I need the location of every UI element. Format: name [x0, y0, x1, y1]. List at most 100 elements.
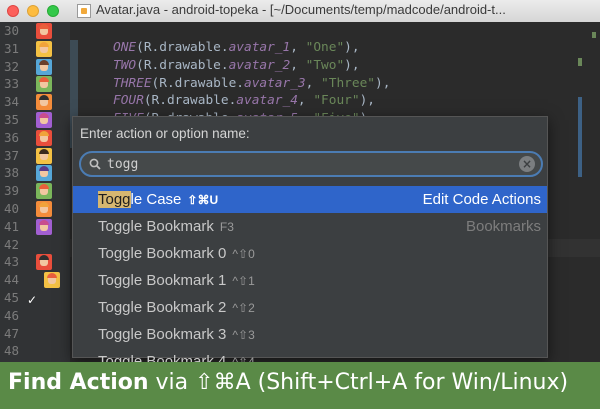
field-reference: avatar_2	[228, 57, 291, 73]
line-number: 48	[4, 343, 20, 359]
window-title: Avatar.java - android-topeka - [~/Docume…	[96, 2, 506, 17]
maximize-window-button[interactable]	[47, 5, 59, 17]
line-number: 47	[4, 325, 20, 341]
stripe-mark[interactable]	[592, 32, 596, 38]
find-action-banner: Find Action via ⇧⌘A (Shift+Ctrl+A for Wi…	[0, 362, 600, 409]
code-text: ),	[374, 75, 391, 91]
action-result-row[interactable]: Toggle Bookmark 2 ^⇧2	[73, 294, 547, 321]
line-number: 32	[4, 58, 20, 74]
action-label: Toggle Bookmark 0	[98, 245, 227, 262]
clear-search-icon[interactable]: ×	[519, 156, 535, 172]
code-text: ,	[297, 93, 314, 109]
line-number: 37	[4, 147, 20, 163]
search-icon	[89, 158, 101, 170]
enum-constant: FOUR	[113, 93, 144, 109]
avatar-icon	[36, 112, 52, 128]
enum-constant: ONE	[113, 40, 137, 55]
banner-title: Find Action	[8, 370, 149, 395]
field-reference: avatar_1	[228, 40, 291, 55]
enum-constant: THREE	[113, 75, 152, 91]
close-window-button[interactable]	[7, 5, 19, 17]
minimize-window-button[interactable]	[27, 5, 39, 17]
line-number: 44	[4, 272, 20, 288]
shortcut-label: ^⇧1	[232, 274, 255, 288]
line-number: 35	[4, 112, 20, 127]
code-text: ),	[344, 40, 360, 55]
action-label: Toggle Bookmark	[98, 218, 214, 235]
avatar-icon	[36, 218, 52, 235]
code-line[interactable]: ONE(R.drawable.avatar_1, "One"),	[113, 40, 360, 55]
action-group: Bookmarks	[465, 218, 541, 235]
action-result-row[interactable]: Toggle Bookmark 1 ^⇧1	[73, 267, 547, 294]
line-number: 41	[4, 218, 20, 234]
search-input[interactable]	[107, 155, 507, 173]
field-reference: avatar_4	[236, 93, 298, 109]
code-text: ,	[305, 75, 322, 91]
shortcut-label: ⇧⌘U	[187, 193, 219, 207]
line-number: 36	[4, 129, 20, 145]
action-label: Toggle Bookmark 1	[98, 272, 227, 289]
line-number: 42	[4, 236, 20, 252]
shortcut-label: F3	[219, 220, 234, 234]
code-text: ,	[290, 57, 306, 73]
action-name: Toggle Case ⇧⌘U	[98, 186, 218, 214]
banner-subtitle: via ⇧⌘A (Shift+Ctrl+A for Win/Linux)	[148, 370, 569, 395]
avatar-icon	[36, 147, 52, 164]
editor-gutter: 3031323334353637383940414243444546474849…	[0, 22, 70, 409]
action-name: Toggle Bookmark 0 ^⇧0	[98, 240, 255, 268]
avatar-icon	[44, 272, 60, 289]
title-bar: Avatar.java - android-topeka - [~/Docume…	[0, 0, 600, 23]
stripe-mark[interactable]	[578, 97, 582, 177]
action-result-row[interactable]: Toggle Bookmark 0 ^⇧0	[73, 240, 547, 267]
code-text: ),	[344, 57, 360, 73]
string-literal: "Two"	[305, 57, 345, 73]
checkmark-icon: ✓	[27, 293, 38, 307]
action-name: Toggle Bookmark 2 ^⇧2	[98, 294, 255, 322]
line-number: 33	[4, 76, 20, 92]
code-text: (R.drawable.	[136, 57, 229, 73]
line-number: 30	[4, 23, 20, 38]
avatar-icon	[36, 183, 52, 200]
field-reference: avatar_3	[243, 75, 306, 91]
java-file-icon	[77, 4, 91, 18]
code-line[interactable]: THREE(R.drawable.avatar_3, "Three"),	[113, 76, 390, 91]
code-text: (R.drawable.	[151, 75, 244, 91]
match-highlight: Togg	[98, 191, 131, 208]
action-result-row[interactable]: Toggle Bookmark F3 Bookmarks	[73, 213, 547, 240]
enum-constant: TWO	[113, 57, 137, 73]
find-action-popup: Enter action or option name: × Toggle Ca…	[72, 116, 548, 370]
string-literal: "Four"	[313, 93, 360, 109]
avatar-icon	[36, 165, 52, 182]
action-label: le Case	[130, 191, 182, 208]
stripe-mark[interactable]	[578, 58, 582, 66]
avatar-icon	[36, 58, 52, 75]
avatar-icon	[36, 76, 52, 93]
action-result-row[interactable]: Toggle Case ⇧⌘U Edit Code Actions	[73, 186, 547, 213]
avatar-icon	[36, 94, 52, 111]
popup-title: Enter action or option name:	[80, 126, 250, 141]
action-group: Edit Code Actions	[422, 191, 541, 208]
line-number: 31	[4, 40, 20, 56]
action-label: Toggle Bookmark 3	[98, 326, 227, 343]
action-name: Toggle Bookmark 3 ^⇧3	[98, 321, 255, 349]
code-text: (R.drawable.	[143, 93, 237, 109]
action-label: Toggle Bookmark 2	[98, 299, 227, 316]
avatar-icon	[36, 254, 52, 271]
action-result-row[interactable]: Toggle Bookmark 3 ^⇧3	[73, 321, 547, 348]
search-box[interactable]: ×	[79, 151, 543, 177]
line-number: 40	[4, 201, 20, 216]
shortcut-label: ^⇧2	[232, 301, 255, 315]
avatar-icon	[36, 201, 52, 217]
line-number: 45	[4, 290, 20, 305]
code-line[interactable]: TWO(R.drawable.avatar_2, "Two"),	[113, 58, 360, 73]
banner-text: Find Action via ⇧⌘A (Shift+Ctrl+A for Wi…	[8, 370, 568, 395]
action-name: Toggle Bookmark F3	[98, 213, 234, 241]
line-number: 39	[4, 183, 20, 199]
string-literal: "Three"	[321, 75, 375, 91]
code-line[interactable]: FOUR(R.drawable.avatar_4, "Four"),	[113, 93, 375, 108]
action-name: Toggle Bookmark 1 ^⇧1	[98, 267, 255, 295]
line-number: 43	[4, 254, 20, 270]
line-number: 34	[4, 94, 20, 110]
code-text: ,	[290, 40, 306, 55]
string-literal: "One"	[305, 40, 345, 55]
